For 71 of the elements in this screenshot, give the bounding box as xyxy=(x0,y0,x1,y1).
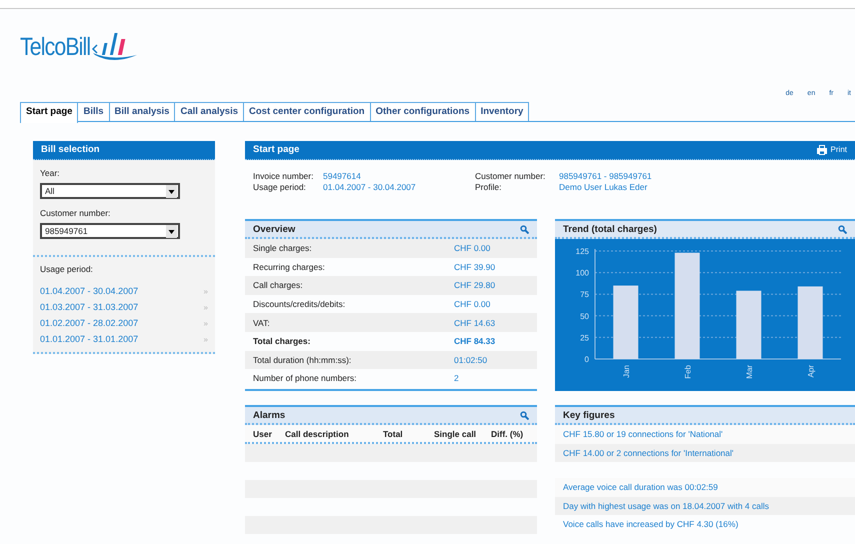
column-header: Diff. (%) xyxy=(491,428,524,438)
row-label: Single charges: xyxy=(253,243,313,254)
row-label: Total charges: xyxy=(253,336,312,346)
box-title: Key figures xyxy=(563,410,615,420)
search-icon[interactable] xyxy=(520,224,529,234)
tick-label: 100 xyxy=(576,268,589,278)
tick-label: 125 xyxy=(576,247,589,256)
column-header: Single call xyxy=(434,428,478,438)
box-title: Alarms xyxy=(253,410,286,420)
period-link[interactable]: 01.02.2007 - 28.02.2007 xyxy=(40,318,138,328)
column-header: Total xyxy=(383,428,404,438)
row-value: 01:02:50 xyxy=(454,354,488,365)
tab[interactable]: Bills xyxy=(78,102,110,121)
column-header: Call description xyxy=(285,428,350,438)
panel-title: Bill selection xyxy=(33,141,215,160)
row-value: CHF 14.63 xyxy=(454,318,496,328)
logo-text: TelcoBill xyxy=(20,32,90,62)
tab[interactable]: Call analysis xyxy=(175,102,244,121)
period-link[interactable]: 01.03.2007 - 31.03.2007 xyxy=(40,302,138,312)
column-header: User xyxy=(253,428,273,438)
tab[interactable]: Cost center configuration xyxy=(244,102,371,121)
row-label: Call charges: xyxy=(253,280,304,290)
row-value: CHF 39.90 xyxy=(454,262,496,272)
tab[interactable]: Start page xyxy=(20,102,78,123)
info-value[interactable]: 985949761 - 985949761 xyxy=(559,171,652,181)
tick-label: 0 xyxy=(584,355,589,364)
tab[interactable]: Bill analysis xyxy=(110,102,176,121)
info-value[interactable]: 59497614 xyxy=(323,171,361,181)
info-label: Customer number: xyxy=(475,171,546,181)
row-label: Recurring charges: xyxy=(253,262,326,272)
info-value[interactable]: Demo User Lukas Eder xyxy=(559,182,648,192)
row-label: VAT: xyxy=(253,318,271,328)
caret-icon xyxy=(166,224,177,238)
search-icon[interactable] xyxy=(520,410,529,420)
bar xyxy=(736,290,762,359)
field-label: Customer number: xyxy=(40,208,112,218)
section-label: Usage period: xyxy=(40,264,94,274)
row-label: Number of phone numbers: xyxy=(253,373,358,384)
period-link[interactable]: 01.04.2007 - 30.04.2007 xyxy=(40,286,138,296)
printer-icon xyxy=(816,145,827,155)
caret-icon xyxy=(166,184,177,198)
info-label: Profile: xyxy=(475,182,502,192)
search-icon[interactable] xyxy=(838,224,847,234)
field-label: Year: xyxy=(40,168,61,178)
row-value: CHF 29.80 xyxy=(454,280,496,290)
category-label: Apr xyxy=(806,365,816,378)
tab[interactable]: Inventory xyxy=(476,102,530,121)
row-value: CHF 0.00 xyxy=(454,299,490,310)
category-label: Mar xyxy=(744,365,754,379)
tab[interactable]: Other configurations xyxy=(370,102,476,121)
row-value: CHF 0.00 xyxy=(454,243,490,254)
box-title: Trend (total charges) xyxy=(563,224,657,234)
period-link[interactable]: 01.01.2007 - 31.01.2007 xyxy=(40,334,138,344)
row-label: Discounts/credits/debits: xyxy=(253,299,346,310)
tick-label: 75 xyxy=(580,290,589,300)
category-label: Feb xyxy=(683,365,692,379)
dropdown[interactable]: 985949761 xyxy=(40,223,180,239)
panel-title: Start page xyxy=(253,143,300,157)
row-label: Total duration (hh:mm:ss): xyxy=(253,354,352,365)
tick-label: 50 xyxy=(580,312,589,321)
print-button[interactable]: Print xyxy=(816,141,847,159)
info-label: Invoice number: xyxy=(253,171,314,181)
info-value[interactable]: 01.04.2007 - 30.04.2007 xyxy=(323,182,416,192)
row-value: 2 xyxy=(454,373,459,384)
info-label: Usage period: xyxy=(253,182,307,192)
row-value: CHF 84.33 xyxy=(454,336,496,346)
box-title: Overview xyxy=(253,224,296,234)
category-label: Jan xyxy=(622,365,631,378)
tick-label: 25 xyxy=(580,333,589,342)
dropdown[interactable]: All xyxy=(40,183,180,199)
key-figure-link[interactable]: Voice calls have increased by CHF 4.30 (16%) xyxy=(563,519,738,530)
